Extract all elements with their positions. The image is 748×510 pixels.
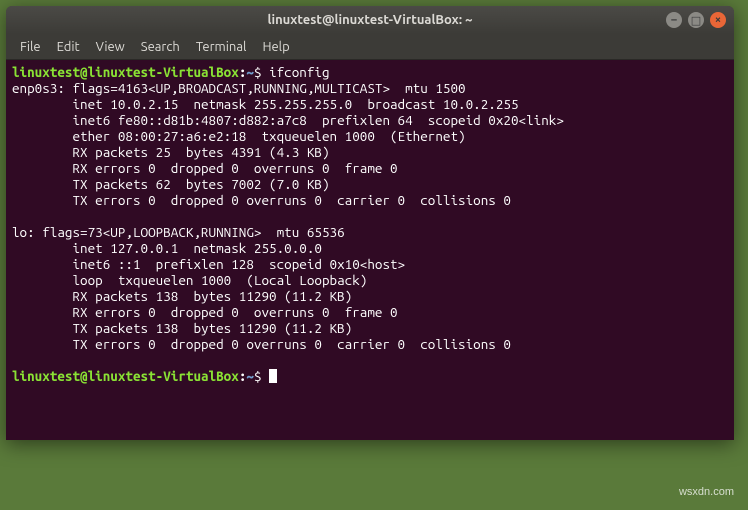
window-title: linuxtest@linuxtest-VirtualBox: ~ [14,13,726,27]
output-line: loop txqueuelen 1000 (Local Loopback) [12,272,367,288]
menu-help[interactable]: Help [254,36,297,58]
output-line: RX errors 0 dropped 0 overruns 0 frame 0 [12,304,398,320]
output-line: inet 127.0.0.1 netmask 255.0.0.0 [12,240,322,256]
output-line: TX packets 138 bytes 11290 (11.2 KB) [12,320,352,336]
output-line: RX packets 25 bytes 4391 (4.3 KB) [12,144,330,160]
close-button[interactable]: × [710,12,726,28]
output-line: RX errors 0 dropped 0 overruns 0 frame 0 [12,160,398,176]
menu-view[interactable]: View [88,36,133,58]
menu-search[interactable]: Search [133,36,188,58]
output-line: enp0s3: flags=4163<UP,BROADCAST,RUNNING,… [12,80,466,96]
output-line: inet6 ::1 prefixlen 128 scopeid 0x10<hos… [12,256,405,272]
prompt-path: ~ [246,368,254,384]
menu-file[interactable]: File [12,36,49,58]
terminal-window: linuxtest@linuxtest-VirtualBox: ~ – □ × … [6,6,734,440]
prompt-userhost: linuxtest@linuxtest-VirtualBox [12,64,239,80]
output-line: inet6 fe80::d81b:4807:d882:a7c8 prefixle… [12,112,564,128]
menu-edit[interactable]: Edit [49,36,88,58]
minimize-button[interactable]: – [666,12,682,28]
output-line: TX errors 0 dropped 0 overruns 0 carrier… [12,192,511,208]
window-controls: – □ × [666,12,726,28]
output-line: inet 10.0.2.15 netmask 255.255.255.0 bro… [12,96,519,112]
prompt-dollar: $ [254,64,262,80]
watermark: wsxdn.com [679,486,734,498]
prompt-dollar: $ [254,368,262,384]
output-line: lo: flags=73<UP,LOOPBACK,RUNNING> mtu 65… [12,224,345,240]
terminal-area[interactable]: linuxtest@linuxtest-VirtualBox:~$ ifconf… [6,60,734,440]
menubar: File Edit View Search Terminal Help [6,34,734,60]
prompt-userhost: linuxtest@linuxtest-VirtualBox [12,368,239,384]
titlebar[interactable]: linuxtest@linuxtest-VirtualBox: ~ – □ × [6,6,734,34]
output-line: ether 08:00:27:a6:e2:18 txqueuelen 1000 … [12,128,466,144]
cursor [269,369,277,383]
output-line: TX packets 62 bytes 7002 (7.0 KB) [12,176,330,192]
output-line: RX packets 138 bytes 11290 (11.2 KB) [12,288,352,304]
command-input: ifconfig [269,64,329,80]
output-line: TX errors 0 dropped 0 overruns 0 carrier… [12,336,511,352]
prompt-path: ~ [246,64,254,80]
maximize-button[interactable]: □ [688,12,704,28]
menu-terminal[interactable]: Terminal [188,36,255,58]
